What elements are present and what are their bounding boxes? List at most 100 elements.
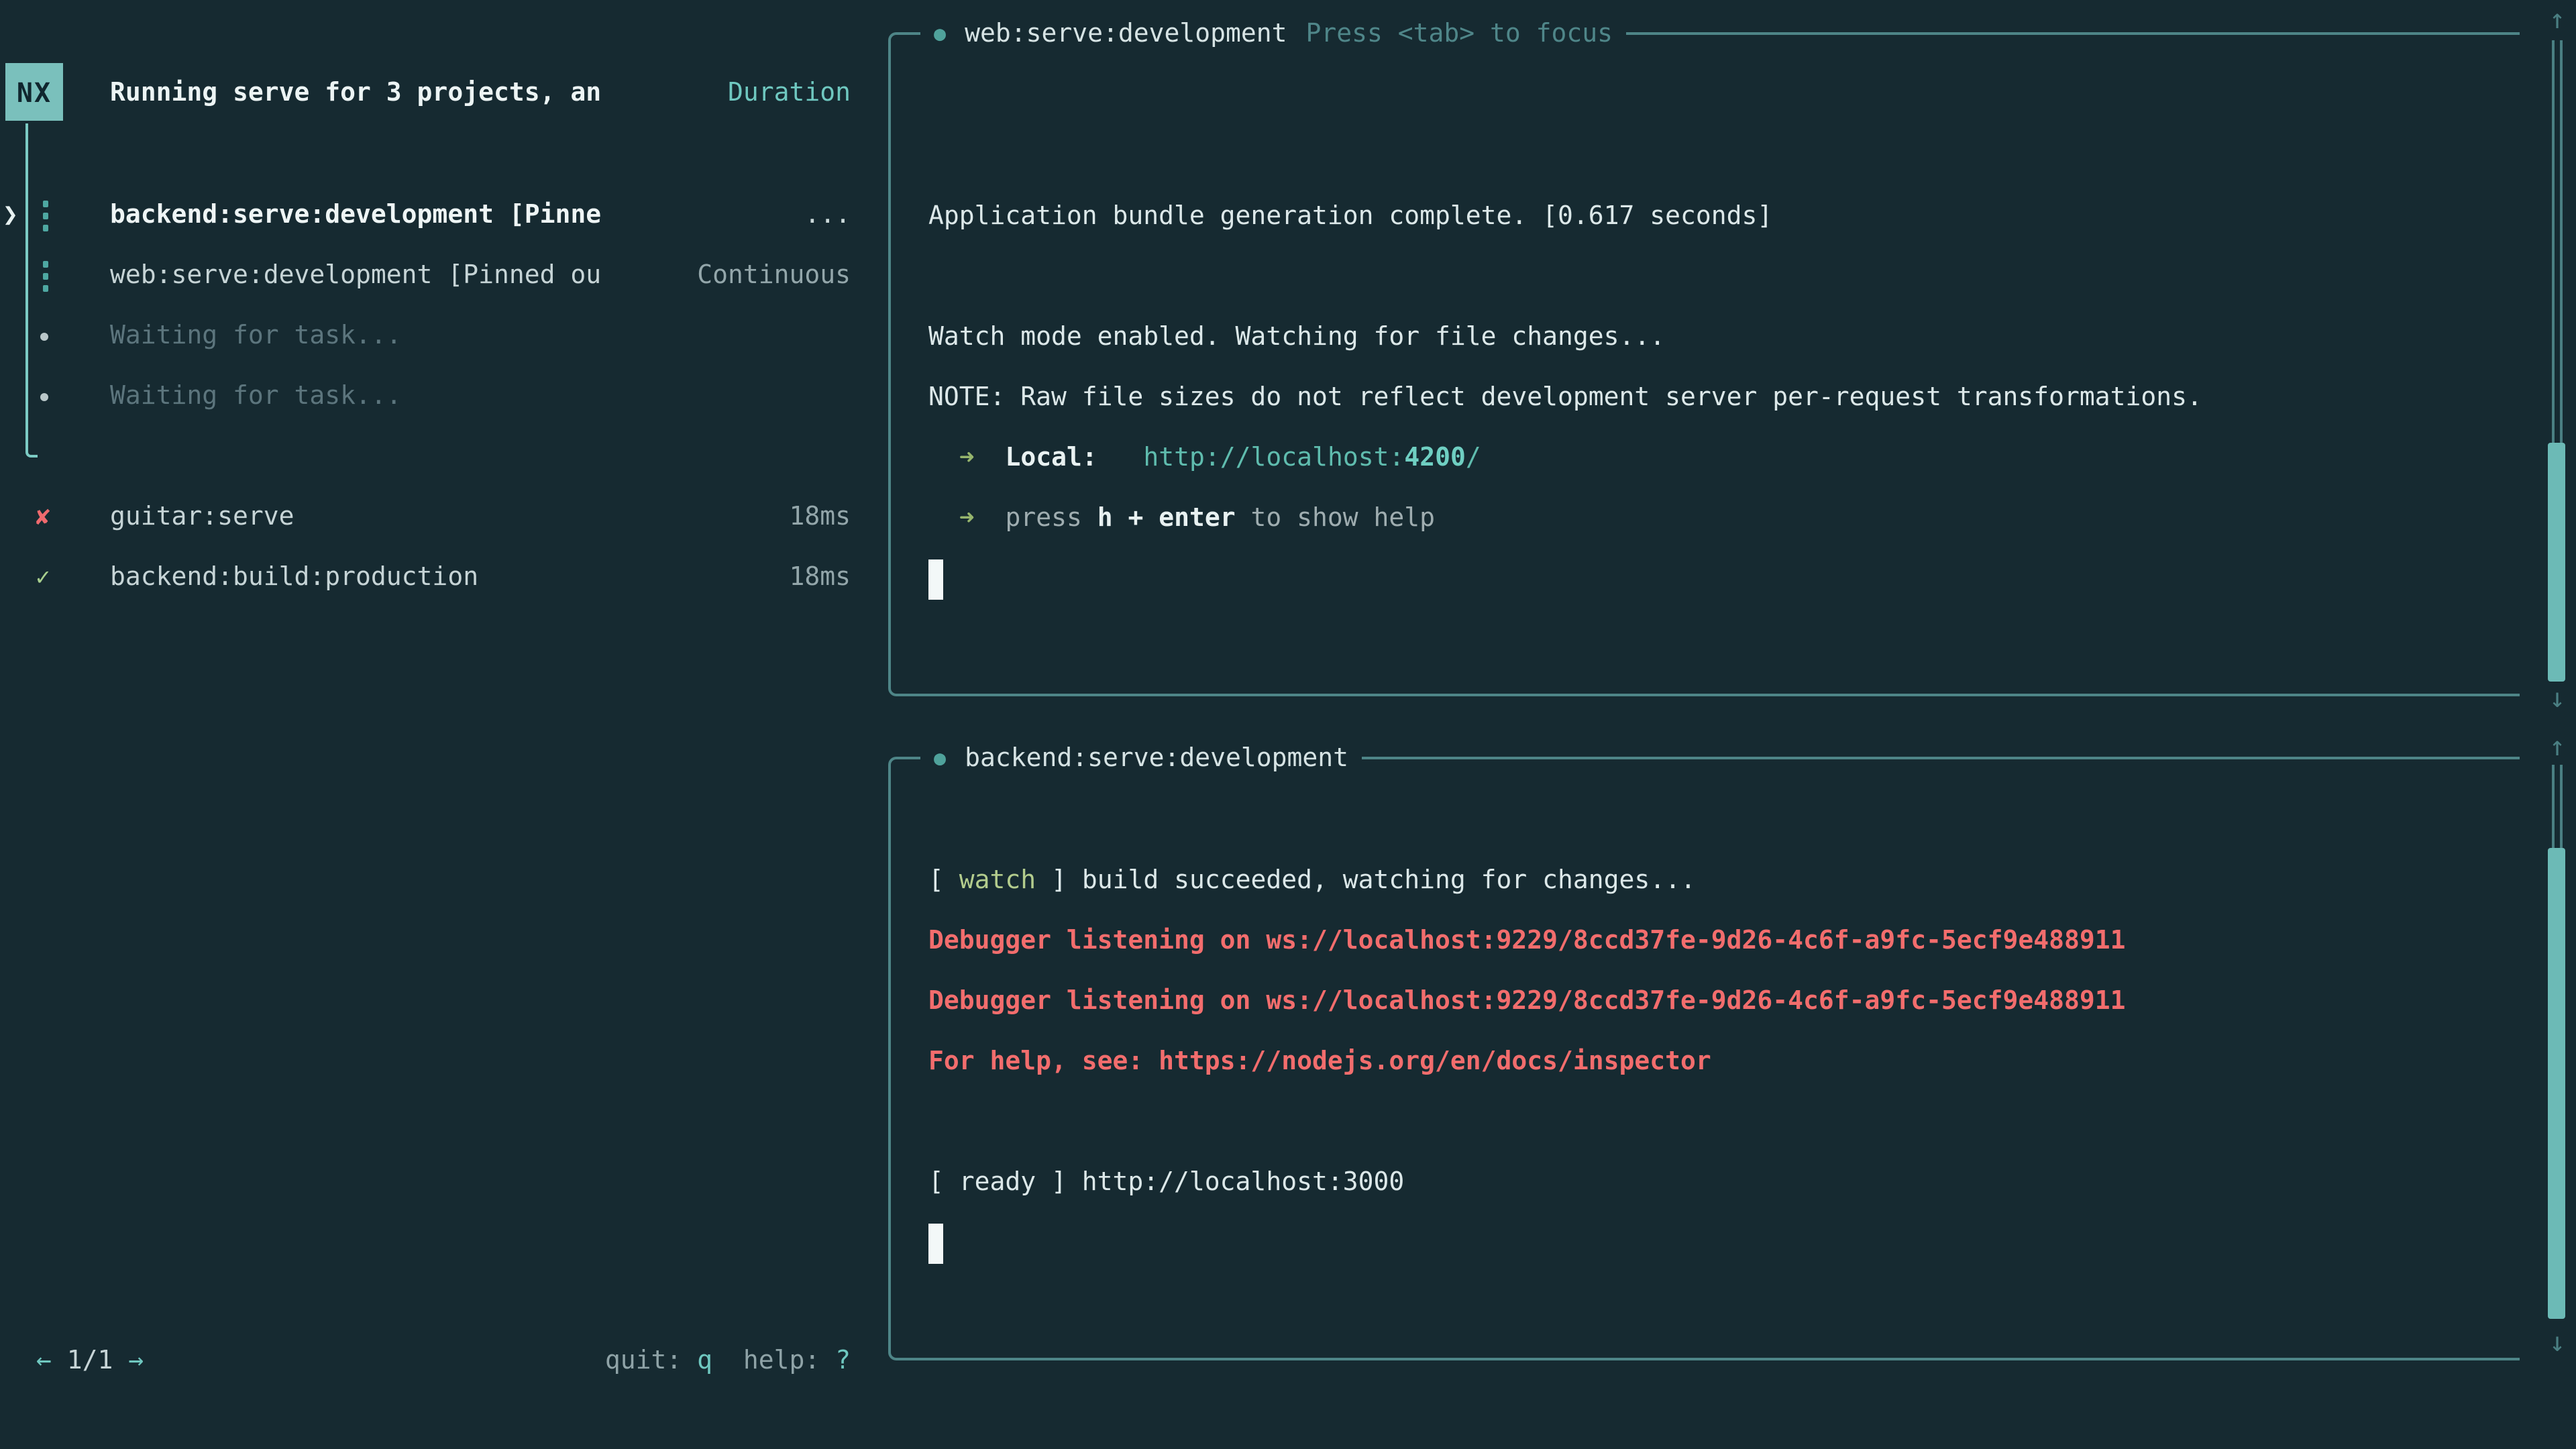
terminal-cursor [928,559,943,599]
text-segment: Debugger listening on ws://localhost:922… [928,986,2126,1016]
pane-header: ● backend:serve:development [920,737,1362,780]
pane-title: web:serve:development [965,12,1287,55]
text-segment [975,443,1006,472]
page-next-arrow-icon[interactable]: → [128,1346,144,1375]
text-segment: Application bundle generation complete. … [928,201,1772,231]
task-label: guitar:serve [110,487,294,547]
text-segment: Local: [1005,443,1097,472]
terminal-line [891,1092,2520,1152]
terminal-line: ➜ Local: http://localhost:4200/ [891,428,2520,488]
localhost-link[interactable]: / [1466,443,1481,472]
text-segment: For help, see: https://nodejs.org/en/doc… [928,1046,1711,1076]
terminal-line [891,126,2520,186]
task-status: Continuous [697,246,888,306]
text-segment: ➜ [959,503,975,533]
task-status [851,366,888,427]
help-key: ? [835,1346,851,1375]
text-segment [1097,443,1144,472]
task-row[interactable]: Waiting for task... [0,306,888,366]
scrollbar-track[interactable] [2552,40,2563,443]
hotkey-separator [712,1346,743,1375]
terminal-line: NOTE: Raw file sizes do not reflect deve… [891,368,2520,428]
terminal-line: [ ready ] http://localhost:3000 [891,1152,2520,1213]
localhost-link[interactable]: http://localhost: [1143,443,1404,472]
task-status [851,306,888,366]
task-label: web:serve:development [Pinned ou [110,246,601,306]
scrollbar-thumb[interactable] [2548,848,2565,1319]
text-segment [928,443,959,472]
terminal-lines: [ watch ] build succeeded, watching for … [891,759,2520,1273]
pane[interactable]: ● backend:serve:development [ watch ] bu… [888,757,2520,1360]
terminal-line [891,549,2520,609]
scroll-up-icon[interactable]: ↑ [2540,730,2575,762]
task-row[interactable]: ✓backend:build:production18ms [0,547,888,608]
pagination: ← 1/1 → [0,1331,144,1391]
text-segment: Debugger listening on ws://localhost:922… [928,926,2126,955]
task-spinner-icon [43,260,48,291]
task-duration: 18ms [789,547,888,608]
task-spinner-icon [43,200,48,231]
task-duration: 18ms [789,487,888,547]
task-status: ... [804,185,888,246]
terminal-line [891,66,2520,126]
terminal-line [891,1213,2520,1273]
task-row[interactable]: web:serve:development [Pinned ou Continuo… [0,246,888,306]
success-icon: ✓ [30,547,56,608]
scrollbar-track[interactable] [2552,765,2563,848]
terminal-line: ➜ press h + enter to show help [891,488,2520,549]
terminal-line [891,247,2520,307]
completed-task-list: ✘ guitar:serve 18ms✓backend:build:producti… [0,487,888,608]
text-segment: NOTE: Raw file sizes do not reflect deve… [928,382,2202,412]
task-list: ❯backend:serve:development [Pinne...web:… [0,185,888,427]
text-segment: to show help [1236,503,1435,533]
terminal-line: For help, see: https://nodejs.org/en/doc… [891,1032,2520,1092]
nx-tui-screen: NX Running serve for 3 projects, an Dura… [0,0,2576,1449]
text-segment: [ [928,865,959,895]
page-prev-arrow-icon[interactable]: ← [36,1346,52,1375]
terminal-line: [ watch ] build succeeded, watching for … [891,851,2520,911]
quit-key: q [697,1346,712,1375]
terminal-line: Debugger listening on ws://localhost:922… [891,971,2520,1032]
terminal-line: Application bundle generation complete. … [891,186,2520,247]
sidebar-footer: ← 1/1 → quit: q help: ? [0,1331,888,1391]
task-sidebar: NX Running serve for 3 projects, an Dura… [0,0,888,1449]
scroll-down-icon[interactable]: ↓ [2540,1326,2575,1358]
pane-header: ● web:serve:development Press <tab> to f… [920,12,1626,55]
text-segment: [ ready ] http://localhost:3000 [928,1167,1404,1197]
page-indicator: 1/1 [52,1346,128,1375]
pane-title: backend:serve:development [965,737,1348,780]
text-segment: watch [959,865,1036,895]
quit-label: quit: [605,1346,697,1375]
text-segment: h + enter [1097,503,1236,533]
text-segment: press [975,503,1097,533]
task-label: backend:serve:development [Pinne [110,185,601,246]
pane[interactable]: ● web:serve:development Press <tab> to f… [888,32,2520,696]
text-segment: Watch mode enabled. Watching for file ch… [928,322,1665,352]
terminal-line: Debugger listening on ws://localhost:922… [891,911,2520,971]
terminal-line: Watch mode enabled. Watching for file ch… [891,307,2520,368]
scroll-down-icon[interactable]: ↓ [2540,682,2575,714]
task-row[interactable]: Waiting for task... [0,366,888,427]
task-row[interactable]: ✘ guitar:serve 18ms [0,487,888,547]
task-label: Waiting for task... [110,306,402,366]
run-summary-title: Running serve for 3 projects, an [110,63,601,123]
text-segment: ] build succeeded, watching for changes.… [1036,865,1696,895]
focus-hint: Press <tab> to focus [1306,12,1613,55]
task-status-dot-icon: ● [934,12,946,55]
scrollbar-thumb[interactable] [2548,443,2565,682]
hotkey-hints: quit: q help: ? [605,1331,888,1391]
task-row[interactable]: ❯ backend:serve:development [Pinne... [0,185,888,246]
scroll-up-icon[interactable]: ↑ [2540,3,2575,35]
failed-icon: ✘ [30,487,56,547]
terminal-line [891,790,2520,851]
terminal-lines: Application bundle generation complete. … [891,35,2520,609]
localhost-link[interactable]: 4200 [1404,443,1466,472]
text-segment: ➜ [959,443,975,472]
help-label: help: [743,1346,835,1375]
task-label: Waiting for task... [110,366,402,427]
waiting-dot-icon [40,392,48,400]
text-segment [928,503,959,533]
selected-caret-icon: ❯ [3,185,18,246]
terminal-cursor [928,1223,943,1263]
sidebar-header: Running serve for 3 projects, an Duratio… [0,63,888,123]
